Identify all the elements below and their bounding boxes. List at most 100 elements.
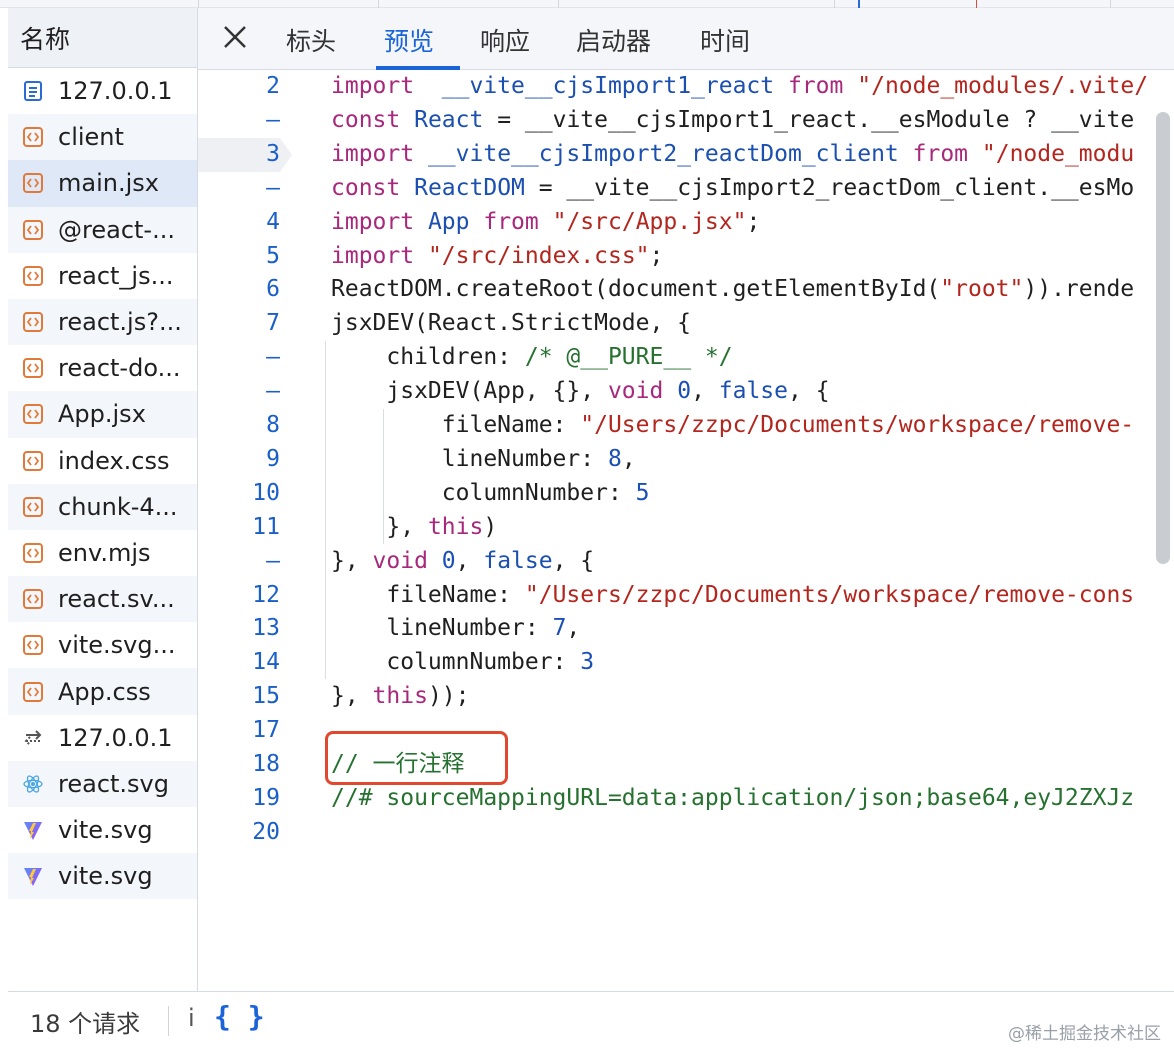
request-list-item[interactable]: env.mjs xyxy=(8,530,197,576)
request-list-item[interactable]: react.js?... xyxy=(8,298,197,346)
request-list-item[interactable]: react.svg xyxy=(8,760,197,807)
column-separator xyxy=(558,0,559,8)
line-number[interactable]: 13 xyxy=(198,612,280,646)
code-token: , xyxy=(691,378,719,405)
request-list-item[interactable]: App.jsx xyxy=(8,391,197,438)
request-list-item[interactable]: vite.svg xyxy=(8,807,197,853)
code-token: "/node_modules/.vite/ xyxy=(857,73,1149,99)
info-icon[interactable]: i xyxy=(188,1004,195,1032)
line-number[interactable]: 12 xyxy=(198,579,280,613)
request-list-item[interactable]: main.jsx xyxy=(8,160,197,207)
code-token: 5 xyxy=(635,479,650,506)
code-token: const xyxy=(331,174,401,201)
divider xyxy=(168,1006,169,1036)
code-line: 12 fileName: "/Users/zzpc/Documents/work… xyxy=(198,579,1174,613)
code-text: children: /* @__PURE__ */ xyxy=(331,341,732,375)
line-number[interactable]: – xyxy=(198,172,280,206)
code-line: 13 lineNumber: 7, xyxy=(198,612,1174,646)
request-list-item[interactable]: 127.0.0.1 xyxy=(8,68,197,114)
code-text: fileName: "/Users/zzpc/Documents/workspa… xyxy=(331,409,1134,443)
react-logo-icon xyxy=(22,773,44,795)
line-number[interactable]: 4 xyxy=(198,206,280,240)
code-text: const React = __vite__cjsImport1_react._… xyxy=(331,104,1134,138)
tab-response[interactable]: 响应 xyxy=(480,22,530,58)
request-list-item[interactable]: 127.0.0.1 xyxy=(8,715,197,761)
request-list-item[interactable]: react.sv... xyxy=(8,576,197,623)
line-number[interactable]: 15 xyxy=(198,680,280,714)
code-text: // 一行注释 xyxy=(331,748,465,782)
code-line: 15}, this)); xyxy=(198,680,1174,714)
request-list-item[interactable]: react_js... xyxy=(8,253,197,299)
line-number[interactable]: 17 xyxy=(198,714,280,748)
code-text: fileName: "/Users/zzpc/Documents/workspa… xyxy=(331,579,1134,613)
request-list-item[interactable]: vite.svg... xyxy=(8,622,197,668)
code-token: , xyxy=(621,445,636,472)
line-number[interactable]: 10 xyxy=(198,477,280,511)
script-file-icon xyxy=(22,496,44,518)
column-separator xyxy=(834,0,835,8)
line-number[interactable]: 5 xyxy=(198,240,280,274)
request-list-item[interactable]: chunk-4... xyxy=(8,483,197,530)
request-list-item[interactable]: @react-... xyxy=(8,206,197,253)
request-list-item[interactable]: App.css xyxy=(8,668,197,715)
line-number[interactable]: – xyxy=(198,375,280,409)
code-text: }, this) xyxy=(331,511,497,545)
line-number[interactable]: 7 xyxy=(198,307,280,341)
request-list-item[interactable]: react-do... xyxy=(8,345,197,391)
line-number[interactable]: 9 xyxy=(198,443,280,477)
code-text: columnNumber: 3 xyxy=(331,646,594,680)
code-token: ReactDOM.createRoot(document.getElementB… xyxy=(331,276,941,303)
code-token: const xyxy=(331,106,401,133)
code-token: React xyxy=(414,106,484,133)
code-token: App xyxy=(427,208,470,235)
code-text: import __vite__cjsImport1_react from "/n… xyxy=(331,70,1148,104)
line-number[interactable]: 19 xyxy=(198,782,280,816)
close-icon[interactable] xyxy=(220,22,250,52)
code-line: 6 ReactDOM.createRoot(document.getElement… xyxy=(198,273,1174,307)
code-token: "root" xyxy=(940,276,1024,303)
line-number[interactable]: 2 xyxy=(198,70,280,104)
line-number[interactable]: 3 xyxy=(198,138,280,172)
line-number[interactable]: 8 xyxy=(198,409,280,443)
code-token: //# sourceMappingURL=data:application/js… xyxy=(331,784,1135,811)
code-token: fileName: xyxy=(331,412,581,438)
line-number[interactable]: 14 xyxy=(198,646,280,680)
tab-timing[interactable]: 时间 xyxy=(700,22,750,58)
request-list-item[interactable]: index.css xyxy=(8,438,197,484)
tab-preview[interactable]: 预览 xyxy=(384,22,434,58)
line-number[interactable]: – xyxy=(198,341,280,375)
pretty-print-button[interactable]: { } xyxy=(214,1000,265,1033)
code-token: , xyxy=(455,547,484,574)
line-number[interactable]: – xyxy=(198,545,280,579)
code-token: false xyxy=(718,378,789,405)
code-token: lineNumber: xyxy=(331,445,608,472)
code-token: "/Users/zzpc/Documents/workspace/remove-… xyxy=(524,581,1135,608)
code-token: jsxDEV(React.StrictMode, { xyxy=(331,310,692,337)
code-line: 18 // 一行注释 xyxy=(198,748,1174,782)
code-line: 9 lineNumber: 8, xyxy=(198,443,1174,477)
top-toolbar-strip xyxy=(0,0,1174,8)
code-token: , { xyxy=(788,378,830,405)
code-line: 2 import __vite__cjsImport1_react from "/… xyxy=(198,70,1174,104)
request-list-item[interactable]: vite.svg xyxy=(8,853,197,900)
name-column-header[interactable]: 名称 xyxy=(8,8,197,68)
request-name: client xyxy=(58,123,124,152)
line-number[interactable]: 20 xyxy=(198,816,280,850)
tab-headers[interactable]: 标头 xyxy=(286,22,336,58)
line-number[interactable]: – xyxy=(198,104,280,138)
tab-initiator[interactable]: 启动器 xyxy=(576,22,651,58)
request-list-item[interactable]: client xyxy=(8,114,197,161)
line-number[interactable]: 11 xyxy=(198,511,280,545)
source-preview[interactable]: 2 import __vite__cjsImport1_react from "/… xyxy=(198,70,1174,991)
code-token: rende xyxy=(1064,276,1135,303)
request-name: vite.svg... xyxy=(58,631,176,660)
code-text: //# sourceMappingURL=data:application/js… xyxy=(331,782,1134,816)
code-text: import "/src/index.css"; xyxy=(331,240,663,274)
line-number[interactable]: 6 xyxy=(198,273,280,307)
line-number[interactable]: 18 xyxy=(198,748,280,782)
